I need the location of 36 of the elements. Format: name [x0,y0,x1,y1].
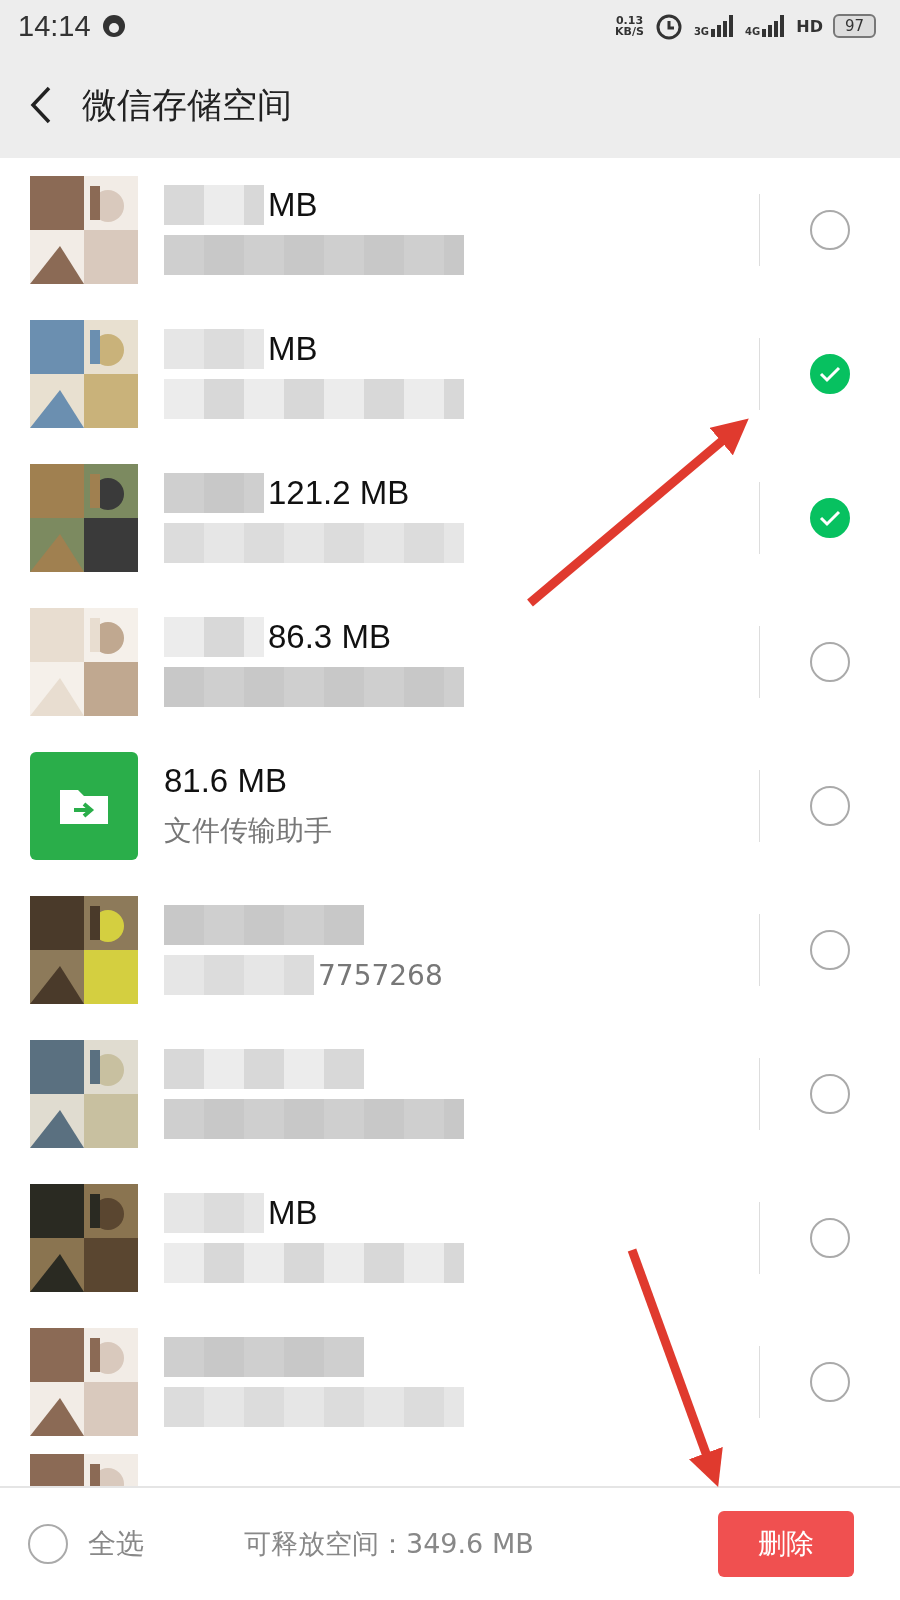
storage-size: MB [268,186,318,224]
select-radio[interactable] [810,354,850,394]
storage-size: 121.2 MB [268,474,410,512]
check-icon [819,509,841,527]
network-type: 4G [745,26,761,37]
select-radio[interactable] [810,930,850,970]
signal-icon [711,15,736,37]
battery-level: 97 [832,14,876,38]
folder-icon [30,752,138,860]
back-icon[interactable] [30,86,52,124]
select-radio[interactable] [810,642,850,682]
signal-icon [762,15,787,37]
hd-indicator: HD [796,16,823,36]
select-radio[interactable] [810,1218,850,1258]
network-type: 3G [693,26,710,37]
storage-size: 86.3 MB [268,618,391,656]
select-all-label[interactable]: 全选 [88,1525,144,1563]
select-radio[interactable] [810,210,850,250]
select-radio[interactable] [810,1362,850,1402]
select-all-radio[interactable] [28,1524,68,1564]
clock-time: 14:14 [18,9,91,43]
page-title: 微信存储空间 [82,83,292,127]
delete-button[interactable]: 删除 [718,1511,854,1577]
check-icon [819,365,841,383]
network-speed: 0.13 [615,15,644,26]
select-radio[interactable] [810,498,850,538]
storage-size: MB [268,330,318,368]
select-radio[interactable] [810,786,850,826]
speed-unit: KB/S [615,26,644,37]
free-space-text: 可释放空间：349.6 MB [244,1527,534,1561]
chat-name: 文件传输助手 [164,813,332,849]
status-icon [100,13,127,39]
chat-name: 7757268 [318,958,443,992]
storage-size: MB [268,1194,318,1232]
select-radio[interactable] [810,1074,850,1114]
storage-size: 81.6 MB [164,762,287,800]
